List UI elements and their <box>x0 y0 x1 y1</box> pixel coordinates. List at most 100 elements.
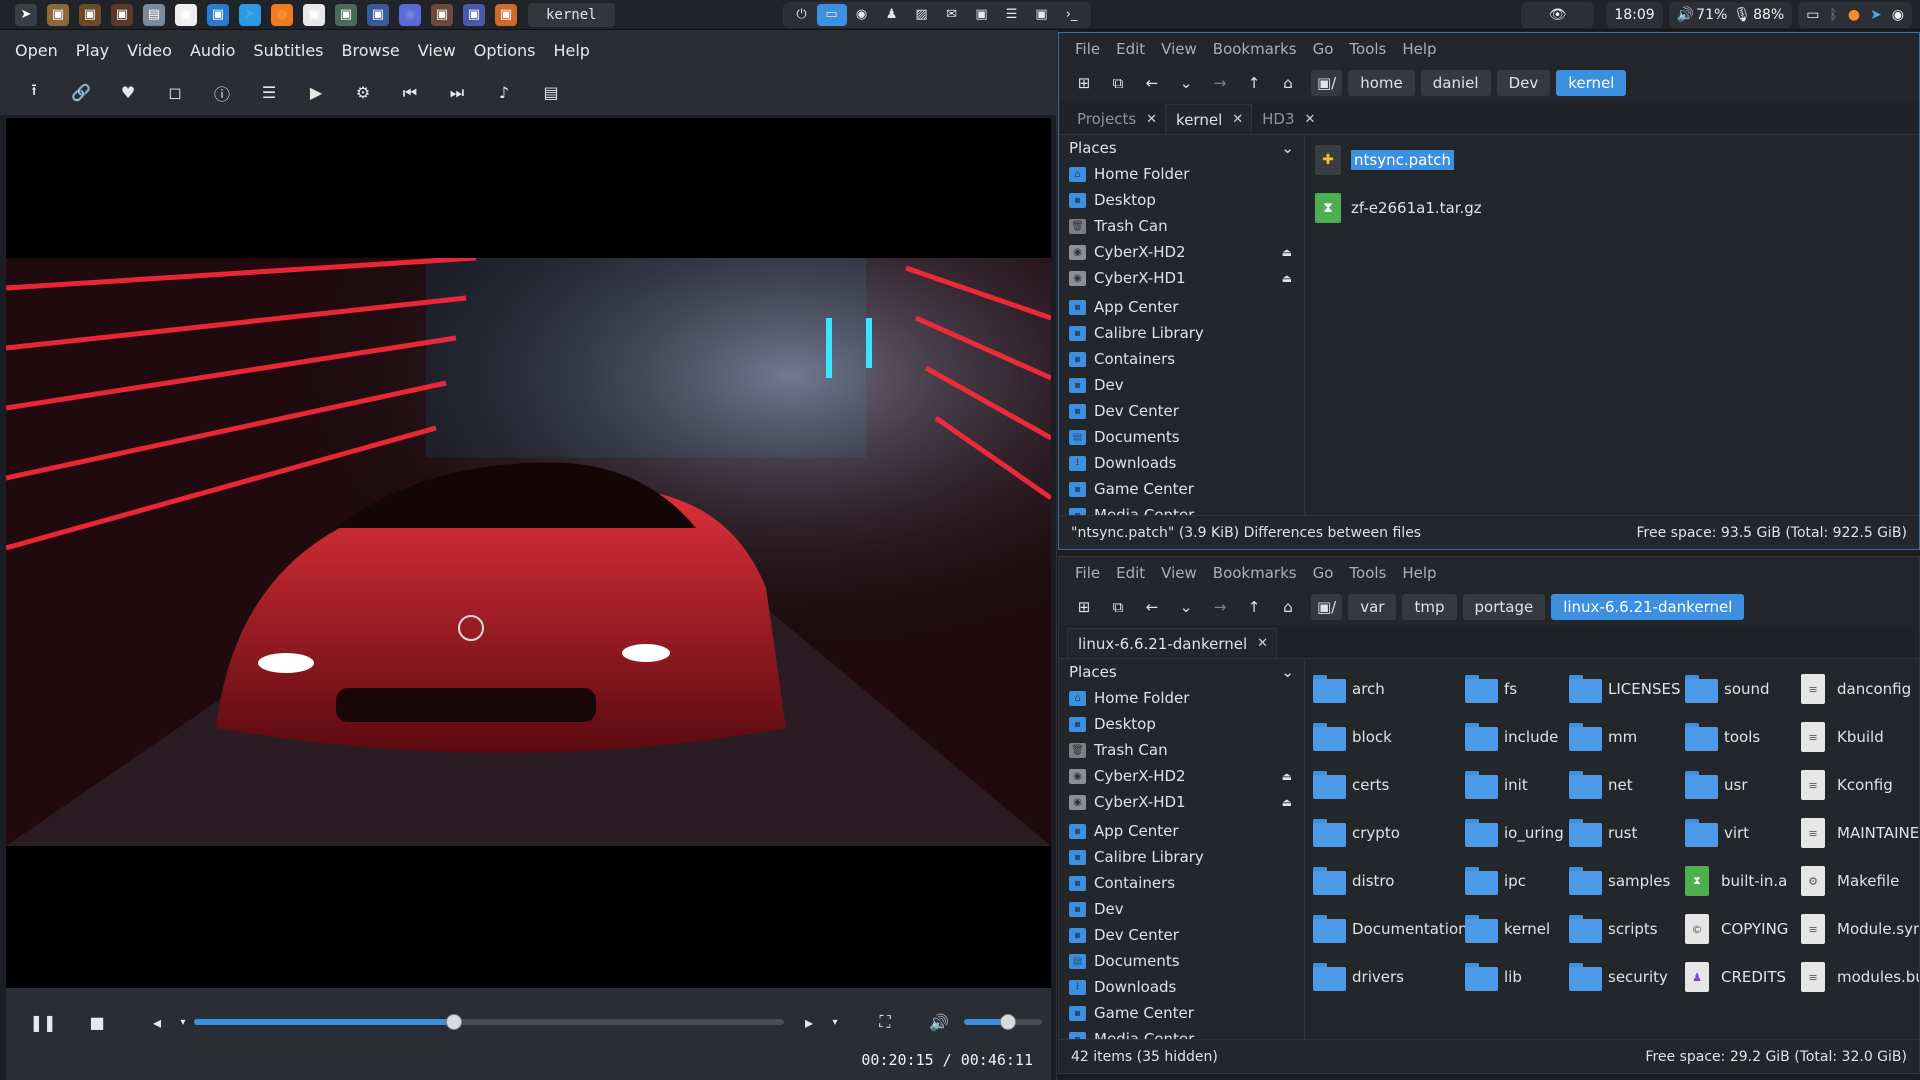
file-item[interactable]: scripts <box>1569 911 1658 947</box>
subtitles-icon[interactable]: ▤ <box>533 78 569 108</box>
app-icon[interactable]: ▣ <box>207 3 229 26</box>
player-menu-help[interactable]: Help <box>544 41 598 60</box>
file-item[interactable]: fs <box>1465 671 1517 707</box>
sidebar-item-calibre-library[interactable]: ▪ Calibre Library <box>1059 844 1304 870</box>
file-item[interactable]: ≡ Kbuild <box>1801 719 1884 755</box>
sidebar-item-home-folder[interactable]: ⌂ Home Folder <box>1059 161 1304 187</box>
sidebar-item-app-center[interactable]: ▪ App Center <box>1059 294 1304 320</box>
rewind-menu-icon[interactable]: ▾ <box>170 1010 196 1034</box>
seek-bar[interactable] <box>194 1014 784 1030</box>
mute-icon[interactable]: 🔊 <box>926 1010 952 1034</box>
sidebar-item-containers[interactable]: ▪ Containers <box>1059 346 1304 372</box>
list-icon[interactable]: ☰ <box>997 4 1027 26</box>
sidebar-item-cyberx-hd1[interactable]: ◉ CyberX-HD1 ⏏ <box>1059 265 1304 291</box>
close-icon[interactable]: ✕ <box>1257 636 1268 651</box>
fm1-menu-tools[interactable]: Tools <box>1341 40 1394 58</box>
fm2-menu-help[interactable]: Help <box>1394 564 1444 582</box>
sidebar-item-cyberx-hd2[interactable]: ◉ CyberX-HD2 ⏏ <box>1059 239 1304 265</box>
player-menu-play[interactable]: Play <box>67 41 118 60</box>
file-item[interactable]: ⧗ built-in.a <box>1685 863 1787 899</box>
screen-icon[interactable]: ▭ <box>1806 7 1819 23</box>
up-icon[interactable]: ↑ <box>1237 593 1271 621</box>
player-menu-browse[interactable]: Browse <box>333 41 409 60</box>
seek-handle[interactable] <box>445 1014 462 1030</box>
rewind-icon[interactable]: ◂ <box>144 1010 170 1034</box>
sidebar-item-desktop[interactable]: ▪ Desktop <box>1059 187 1304 213</box>
close-icon[interactable]: ✕ <box>1232 112 1243 127</box>
up-icon[interactable]: ↑ <box>1237 69 1271 97</box>
sidebar-item-documents[interactable]: ▤ Documents <box>1059 424 1304 450</box>
fm2-menu-bookmarks[interactable]: Bookmarks <box>1205 564 1305 582</box>
app-icon[interactable]: ▣ <box>367 3 389 26</box>
video-canvas[interactable] <box>6 118 1051 988</box>
file-item[interactable]: ✚ ntsync.patch <box>1315 143 1454 177</box>
telegram-icon[interactable]: ➤ <box>239 3 261 26</box>
sidebar-item-downloads[interactable]: ⭳ Downloads <box>1059 974 1304 1000</box>
sidebar-item-trash-can[interactable]: 🗑 Trash Can <box>1059 737 1304 763</box>
file-item[interactable]: ≡ Kconfig <box>1801 767 1893 803</box>
new-window-icon[interactable]: ⧉ <box>1101 593 1135 621</box>
path-root-button[interactable]: ▣/ <box>1311 594 1343 620</box>
file-item[interactable]: ≡ Module.symvers <box>1801 911 1919 947</box>
home-icon[interactable]: ⌂ <box>1271 69 1305 97</box>
file-item[interactable]: ≡ modules.builtin <box>1801 959 1919 995</box>
user-icon[interactable]: ♟ <box>877 4 907 26</box>
player-menu-open[interactable]: Open <box>6 41 67 60</box>
file-item[interactable]: LICENSES <box>1569 671 1680 707</box>
eject-icon[interactable]: ⏏ <box>1282 272 1292 285</box>
breadcrumb-kernel[interactable]: kernel <box>1556 70 1627 96</box>
fm2-menu-tools[interactable]: Tools <box>1341 564 1394 582</box>
volume-handle[interactable] <box>999 1014 1016 1030</box>
heart-icon[interactable]: ♥ <box>110 78 146 108</box>
file-item[interactable]: © COPYING <box>1685 911 1788 947</box>
mail-icon[interactable]: ✉ <box>937 4 967 26</box>
fm1-menu-edit[interactable]: Edit <box>1108 40 1153 58</box>
app-icon[interactable]: ▣ <box>111 3 133 26</box>
app-icon[interactable]: ▣ <box>47 3 69 26</box>
clock-box[interactable]: 18:09 <box>1606 1 1663 28</box>
files-icon[interactable]: ▤ <box>143 3 165 26</box>
file-item[interactable]: kernel <box>1465 911 1550 947</box>
app-icon[interactable]: ▣ <box>79 3 101 26</box>
sidebar-item-cyberx-hd2[interactable]: ◉ CyberX-HD2 ⏏ <box>1059 763 1304 789</box>
file-item[interactable]: Documentation <box>1313 911 1468 947</box>
file-item[interactable]: crypto <box>1313 815 1400 851</box>
fm1-menu-help[interactable]: Help <box>1394 40 1444 58</box>
upload-icon[interactable]: ⭱ <box>16 78 52 108</box>
player-menu-view[interactable]: View <box>409 41 465 60</box>
breadcrumb-Dev[interactable]: Dev <box>1496 70 1551 96</box>
app-icon[interactable]: ▣ <box>175 3 197 26</box>
mic-icon[interactable]: 🎙 <box>1733 7 1751 23</box>
eject-icon[interactable]: ⏏ <box>1282 796 1292 809</box>
fm2-menu-edit[interactable]: Edit <box>1108 564 1153 582</box>
sidebar-item-app-center[interactable]: ▪ App Center <box>1059 818 1304 844</box>
close-icon[interactable]: ✕ <box>1146 112 1157 127</box>
breadcrumb-tmp[interactable]: tmp <box>1402 594 1457 620</box>
image-icon[interactable]: ▨ <box>907 4 937 26</box>
file-item[interactable]: rust <box>1569 815 1637 851</box>
fm1-menu-go[interactable]: Go <box>1305 40 1342 58</box>
eject-icon[interactable]: ⏏ <box>1282 770 1292 783</box>
launcher-icon[interactable]: ➤ <box>15 3 37 26</box>
sidebar-item-containers[interactable]: ▪ Containers <box>1059 870 1304 896</box>
tab-kernel[interactable]: kernel ✕ <box>1165 104 1253 134</box>
audio-tray[interactable]: 🔊 71% 🎙 88% <box>1668 1 1793 28</box>
app-icon[interactable]: ▣ <box>303 3 325 26</box>
bluetooth-icon[interactable]: ᛒ <box>1829 7 1837 23</box>
link-icon[interactable]: 🔗 <box>63 78 99 108</box>
previous-icon[interactable]: ⏮ <box>392 78 428 108</box>
info-icon[interactable]: ⓘ <box>204 78 240 108</box>
pause-icon[interactable]: ❚❚ <box>30 1010 57 1034</box>
file-item[interactable]: ≡ MAINTAINERS <box>1801 815 1919 851</box>
chevron-down-icon[interactable]: ⌄ <box>1281 139 1294 157</box>
discord-tray-icon[interactable]: ◉ <box>1892 7 1904 23</box>
sidebar-item-media-center[interactable]: ▪ Media Center <box>1059 502 1304 515</box>
sidebar-item-documents[interactable]: ▤ Documents <box>1059 948 1304 974</box>
file-item[interactable]: block <box>1313 719 1392 755</box>
fm2-menu-file[interactable]: File <box>1067 564 1108 582</box>
breadcrumb-home[interactable]: home <box>1348 70 1415 96</box>
file-item[interactable]: samples <box>1569 863 1670 899</box>
history-icon[interactable]: ⌄ <box>1169 69 1203 97</box>
fm2-menu-go[interactable]: Go <box>1305 564 1342 582</box>
fm1-file-view[interactable]: ✚ ntsync.patch ⧗ zf-e2661a1.tar.gz <box>1305 135 1919 515</box>
